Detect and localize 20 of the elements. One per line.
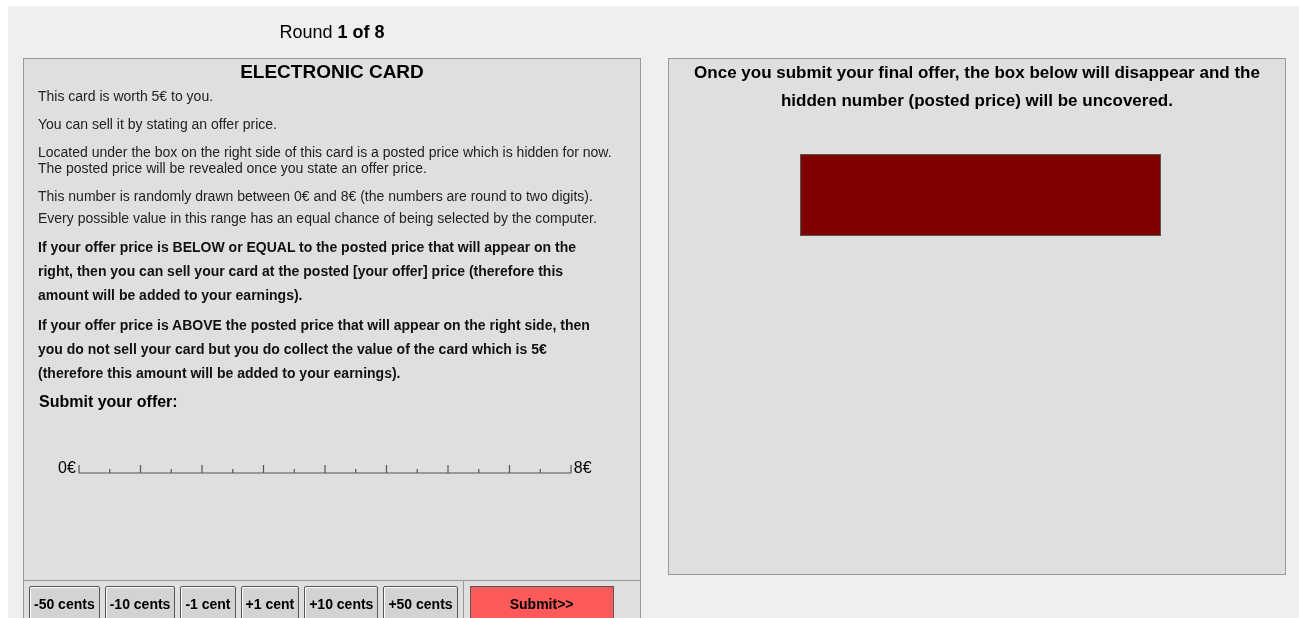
instruction-text: This number is randomly drawn between 0€ and 8€ (the numbers are round to two digits). Every possible value in this range has an equal chance of being selected by the computer. [38, 187, 598, 228]
adjust-button[interactable]: +1 cent [240, 586, 300, 618]
instruction-text: The posted price will be revealed once you state an offer price. [38, 160, 428, 178]
instruction-text: This card is worth 5€ to you. [38, 87, 215, 106]
scale-min-label: 0€ [58, 459, 76, 477]
adjust-button[interactable]: +50 cents [383, 586, 458, 618]
submit-offer-label: Submit your offer: [39, 393, 179, 411]
instruction-text: You can sell it by stating an offer price. [38, 115, 278, 134]
adjust-button[interactable]: -50 cents [29, 586, 100, 618]
reveal-message: Once you submit your final offer, the box below will disappear and the hidden number (posted price) will be uncovered. [693, 62, 1261, 112]
instruction-text: If your offer price is ABOVE the posted price that will appear on the right side, then you do not sell your card but you do collect the value of the card which is 5€ (therefore this amount will be added to your earnings). [38, 316, 591, 383]
instruction-text: Located under the box on the right side of this card is a posted price which is hidden for now. [38, 143, 613, 162]
instruction-text: If your offer price is BELOW or EQUAL to the posted price that will appear on the right, then you can sell your card at the posted [your offer] price (therefore this amount will be added to your earnings). [38, 238, 578, 305]
scale-max-label: 8€ [573, 459, 592, 477]
adjust-button[interactable]: -1 cent [180, 586, 236, 618]
round-indicator: Round 1 of 8 [278, 21, 386, 42]
submit-button[interactable]: Submit>> [469, 586, 614, 618]
adjust-button[interactable]: +10 cents [304, 586, 379, 618]
card-title: ELECTRONIC CARD [239, 61, 425, 83]
adjust-button[interactable]: -10 cents [104, 586, 176, 618]
